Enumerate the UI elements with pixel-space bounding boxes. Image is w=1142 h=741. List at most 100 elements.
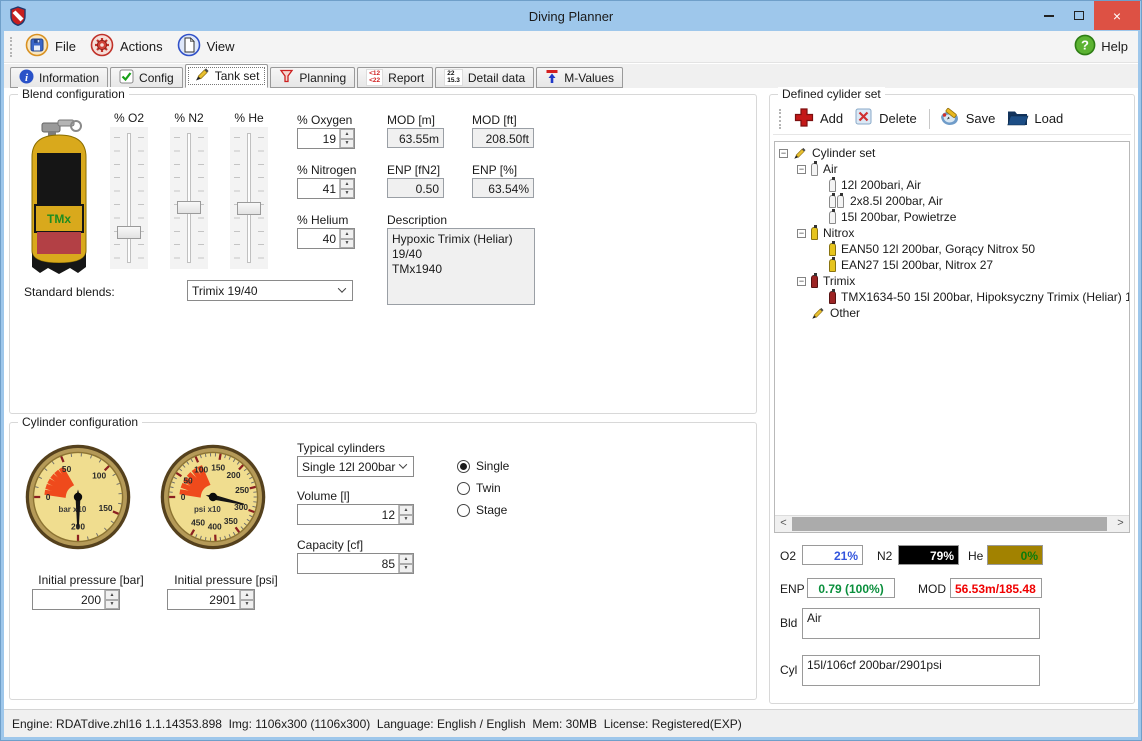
tree-node[interactable]: EAN50 12l 200bar, Gorący Nitrox 50 — [777, 241, 1129, 257]
load-button[interactable]: Load — [1002, 106, 1070, 132]
pressure-psi-value[interactable]: 2901 — [168, 590, 239, 609]
radio-twin[interactable]: Twin — [457, 481, 501, 495]
scroll-left-icon[interactable]: < — [775, 516, 792, 532]
typical-cylinders-dropdown[interactable]: Single 12l 200bar — [297, 456, 414, 477]
save-button[interactable]: Save — [935, 105, 1003, 132]
capacity-value[interactable]: 85 — [298, 554, 398, 573]
tree-collapse-icon[interactable]: − — [779, 149, 788, 158]
spin-down-icon[interactable]: ▼ — [240, 600, 254, 610]
tree-node[interactable]: −Air — [777, 161, 1129, 177]
spin-up-icon[interactable]: ▲ — [340, 229, 354, 239]
volume-stepper[interactable]: 12 ▲▼ — [297, 504, 414, 525]
cylinder-set-tree[interactable]: −Cylinder set−Air12l 200bari, Air2x8.5l … — [774, 141, 1130, 533]
svg-text:100: 100 — [194, 464, 208, 474]
tree-spacer — [815, 181, 824, 190]
radio-label: Stage — [476, 503, 507, 517]
oxygen-stepper[interactable]: 19 ▲▼ — [297, 128, 355, 149]
spin-up-icon[interactable]: ▲ — [340, 179, 354, 189]
menu-actions[interactable]: Actions — [85, 31, 172, 62]
he-slider[interactable] — [230, 127, 268, 269]
tree-node[interactable]: −Cylinder set — [777, 145, 1129, 161]
help-button[interactable]: ? Help — [1074, 34, 1128, 59]
tree-node[interactable]: −Nitrox — [777, 225, 1129, 241]
svg-text:50: 50 — [183, 475, 193, 485]
nitrogen-stepper[interactable]: 41 ▲▼ — [297, 178, 355, 199]
helium-value[interactable]: 40 — [298, 229, 339, 248]
tree-node[interactable]: EAN27 15l 200bar, Nitrox 27 — [777, 257, 1129, 273]
slider-ticks — [114, 137, 120, 259]
tree-collapse-icon[interactable]: − — [797, 277, 806, 286]
helium-stepper[interactable]: 40 ▲▼ — [297, 228, 355, 249]
spin-down-icon[interactable]: ▼ — [105, 600, 119, 610]
spin-up-icon[interactable]: ▲ — [399, 505, 413, 515]
spin-down-icon[interactable]: ▼ — [340, 189, 354, 199]
slider-thumb[interactable] — [117, 226, 141, 239]
minimize-button[interactable] — [1034, 1, 1064, 30]
tab-report[interactable]: <12<22 Report — [357, 67, 433, 88]
spin-down-icon[interactable]: ▼ — [340, 139, 354, 149]
tab-label: Config — [139, 71, 174, 85]
radio-icon[interactable] — [457, 460, 470, 473]
tab-label: Detail data — [468, 71, 525, 85]
oxygen-value[interactable]: 19 — [298, 129, 339, 148]
tab-information[interactable]: i Information — [10, 67, 108, 88]
report-numbers-icon: <12<22 — [366, 69, 383, 86]
slider-thumb[interactable] — [177, 201, 201, 214]
o2-summary-field: 21% — [802, 545, 863, 565]
add-button[interactable]: Add — [789, 105, 850, 133]
tab-planning[interactable]: Planning — [270, 67, 355, 88]
capacity-stepper[interactable]: 85 ▲▼ — [297, 553, 414, 574]
minimize-icon — [1044, 15, 1054, 17]
tree-node[interactable]: Other — [777, 305, 1129, 321]
slider-ticks — [234, 137, 240, 259]
tree-node[interactable]: 2x8.5l 200bar, Air — [777, 193, 1129, 209]
scrollbar-thumb[interactable] — [792, 517, 1107, 531]
delete-button[interactable]: Delete — [850, 105, 924, 132]
pressure-bar-value[interactable]: 200 — [33, 590, 104, 609]
tree-node[interactable]: TMX1634-50 15l 200bar, Hipoksyczny Trimi… — [777, 289, 1129, 305]
tank-set-page: Blend configuration TMx — [4, 88, 1138, 709]
tree-collapse-icon[interactable]: − — [797, 165, 806, 174]
nitrogen-value[interactable]: 41 — [298, 179, 339, 198]
radio-icon[interactable] — [457, 482, 470, 495]
spin-up-icon[interactable]: ▲ — [399, 554, 413, 564]
tree-node[interactable]: −Trimix — [777, 273, 1129, 289]
tab-m-values[interactable]: M-Values — [536, 67, 623, 88]
radio-icon[interactable] — [457, 504, 470, 517]
tree-node[interactable]: 12l 200bari, Air — [777, 177, 1129, 193]
pressure-bar-stepper[interactable]: 200 ▲▼ — [32, 589, 120, 610]
pressure-psi-stepper[interactable]: 2901 ▲▼ — [167, 589, 255, 610]
n2-slider[interactable] — [170, 127, 208, 269]
spin-up-icon[interactable]: ▲ — [240, 590, 254, 600]
maximize-button[interactable] — [1064, 1, 1094, 30]
tab-config[interactable]: Config — [110, 67, 183, 88]
bld-textbox[interactable]: Air — [802, 608, 1040, 639]
tab-tank-set[interactable]: Tank set — [185, 64, 269, 88]
tree-node[interactable]: 15l 200bar, Powietrze — [777, 209, 1129, 225]
volume-value[interactable]: 12 — [298, 505, 398, 524]
spin-down-icon[interactable]: ▼ — [399, 515, 413, 525]
menu-view[interactable]: View — [172, 31, 244, 62]
spin-up-icon[interactable]: ▲ — [105, 590, 119, 600]
spin-down-icon[interactable]: ▼ — [340, 239, 354, 249]
capacity-label: Capacity [cf] — [297, 538, 363, 552]
enp-summary-label: ENP — [780, 582, 805, 596]
cyl-yellow-icon — [811, 227, 818, 240]
scroll-right-icon[interactable]: > — [1112, 516, 1129, 532]
spin-down-icon[interactable]: ▼ — [399, 564, 413, 574]
tab-detail-data[interactable]: 2215.3 Detail data — [435, 67, 534, 88]
tree-collapse-icon[interactable]: − — [797, 229, 806, 238]
tree-horizontal-scrollbar[interactable]: < > — [775, 515, 1129, 532]
radio-label: Twin — [476, 481, 501, 495]
spin-up-icon[interactable]: ▲ — [340, 129, 354, 139]
tree-spacer — [797, 309, 806, 318]
radio-single[interactable]: Single — [457, 459, 509, 473]
pressure-bar-label: Initial pressure [bar] — [32, 573, 150, 587]
menu-file[interactable]: File — [20, 31, 85, 62]
cyl-textbox[interactable]: 15l/106cf 200bar/2901psi — [802, 655, 1040, 686]
close-button[interactable]: × — [1094, 1, 1140, 30]
radio-stage[interactable]: Stage — [457, 503, 507, 517]
slider-thumb[interactable] — [237, 202, 261, 215]
standard-blends-dropdown[interactable]: Trimix 19/40 — [187, 280, 353, 301]
o2-slider[interactable] — [110, 127, 148, 269]
